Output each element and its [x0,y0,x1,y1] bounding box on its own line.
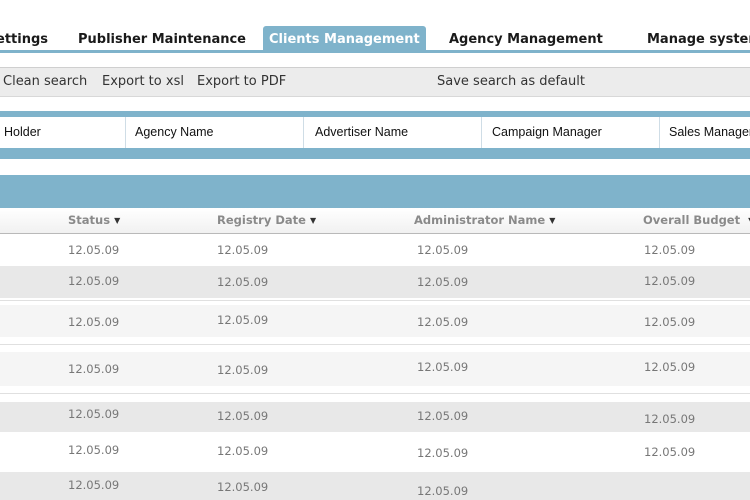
filter-holder[interactable]: Holder [0,117,126,148]
export-xsl-link[interactable]: Export to xsl [102,74,184,89]
column-header-label: Overall Budget [643,213,741,227]
cell-overall-budget: 12.05.09 [644,412,696,426]
cell-overall-budget: 12.05.09 [644,315,696,329]
export-pdf-link[interactable]: Export to PDF [197,74,286,89]
cell-status: 12.05.09 [68,274,120,288]
cell-status: 12.05.09 [68,407,120,421]
row-divider [0,344,750,345]
cell-administrator-name: 12.05.09 [417,275,469,289]
cell-administrator-name: 12.05.09 [417,446,469,460]
results-title-bar [0,175,750,208]
filter-row: Holder Agency Name Advertiser Name Campa… [0,117,750,148]
table-row[interactable]: 12.05.09 12.05.09 12.05.09 12.05.09 [0,352,750,386]
cell-registry-date: 12.05.09 [217,480,269,494]
cell-administrator-name: 12.05.09 [417,360,469,374]
filter-advertiser-name[interactable]: Advertiser Name [304,117,482,148]
cell-registry-date: 12.05.09 [217,409,269,423]
cell-administrator-name: 12.05.09 [417,484,469,498]
cell-overall-budget: 12.05.09 [644,243,696,257]
sort-down-arrow-icon: ▼ [309,216,317,225]
table-row[interactable]: 12.05.09 12.05.09 12.05.09 12.05.09 [0,266,750,298]
table-row[interactable]: 12.05.09 12.05.09 12.05.09 12.05.09 [0,402,750,432]
cell-administrator-name: 12.05.09 [417,409,469,423]
table-row[interactable]: 12.05.09 12.05.09 12.05.09 12.05.09 [0,234,750,266]
cell-registry-date: 12.05.09 [217,313,269,327]
toolbar: Clean search Export to xsl Export to PDF… [0,67,750,97]
column-header-status[interactable]: Status ▼ [68,213,120,227]
column-header-label: Registry Date [217,213,306,227]
filter-band-bottom [0,148,750,159]
tab-agency-management[interactable]: Agency Management [449,26,603,50]
row-divider [0,393,750,394]
cell-administrator-name: 12.05.09 [417,243,469,257]
sort-down-arrow-icon: ▼ [114,216,121,225]
cell-overall-budget: 12.05.09 [644,445,696,459]
column-header-registry-date[interactable]: Registry Date ▼ [217,213,316,227]
filter-campaign-manager[interactable]: Campaign Manager [482,117,660,148]
cell-overall-budget: 12.05.09 [644,360,696,374]
cell-status: 12.05.09 [68,478,120,492]
cell-administrator-name: 12.05.09 [417,315,469,329]
column-header-administrator-name[interactable]: Administrator Name ▼ [414,213,555,227]
column-header-label: Status [68,213,111,227]
filter-agency-name[interactable]: Agency Name [126,117,304,148]
cell-status: 12.05.09 [68,243,120,257]
cell-overall-budget: 12.05.09 [644,274,696,288]
sort-down-arrow-icon: ▼ [549,216,556,225]
filter-sales-manager[interactable]: Sales Manager [660,117,750,148]
main-navigation: ettings Publisher Maintenance Clients Ma… [0,0,750,54]
row-divider [0,300,750,301]
clean-search-link[interactable]: Clean search [3,74,87,89]
table-row[interactable]: 12.05.09 12.05.09 12.05.09 12.05.09 [0,305,750,337]
column-header-label: Administrator Name [414,213,546,227]
table-row[interactable]: 12.05.09 12.05.09 12.05.09 12.05.09 [0,432,750,472]
cell-status: 12.05.09 [68,315,120,329]
column-header-overall-budget[interactable]: Overall Budget▼ [643,213,750,227]
cell-registry-date: 12.05.09 [217,363,269,377]
cell-registry-date: 12.05.09 [217,243,269,257]
tab-settings[interactable]: ettings [0,26,48,50]
cell-registry-date: 12.05.09 [217,275,269,289]
tab-manage-system[interactable]: Manage system [647,26,750,50]
cell-registry-date: 12.05.09 [217,444,269,458]
cell-status: 12.05.09 [68,362,120,376]
table-row[interactable]: 12.05.09 12.05.09 12.05.09 [0,472,750,500]
grid-header: Status ▼ Registry Date ▼ Administrator Nam… [0,208,750,234]
cell-status: 12.05.09 [68,443,120,457]
save-search-default-link[interactable]: Save search as default [437,74,585,89]
tab-publisher-maintenance[interactable]: Publisher Maintenance [78,26,246,50]
tab-clients-management[interactable]: Clients Management [263,26,426,53]
